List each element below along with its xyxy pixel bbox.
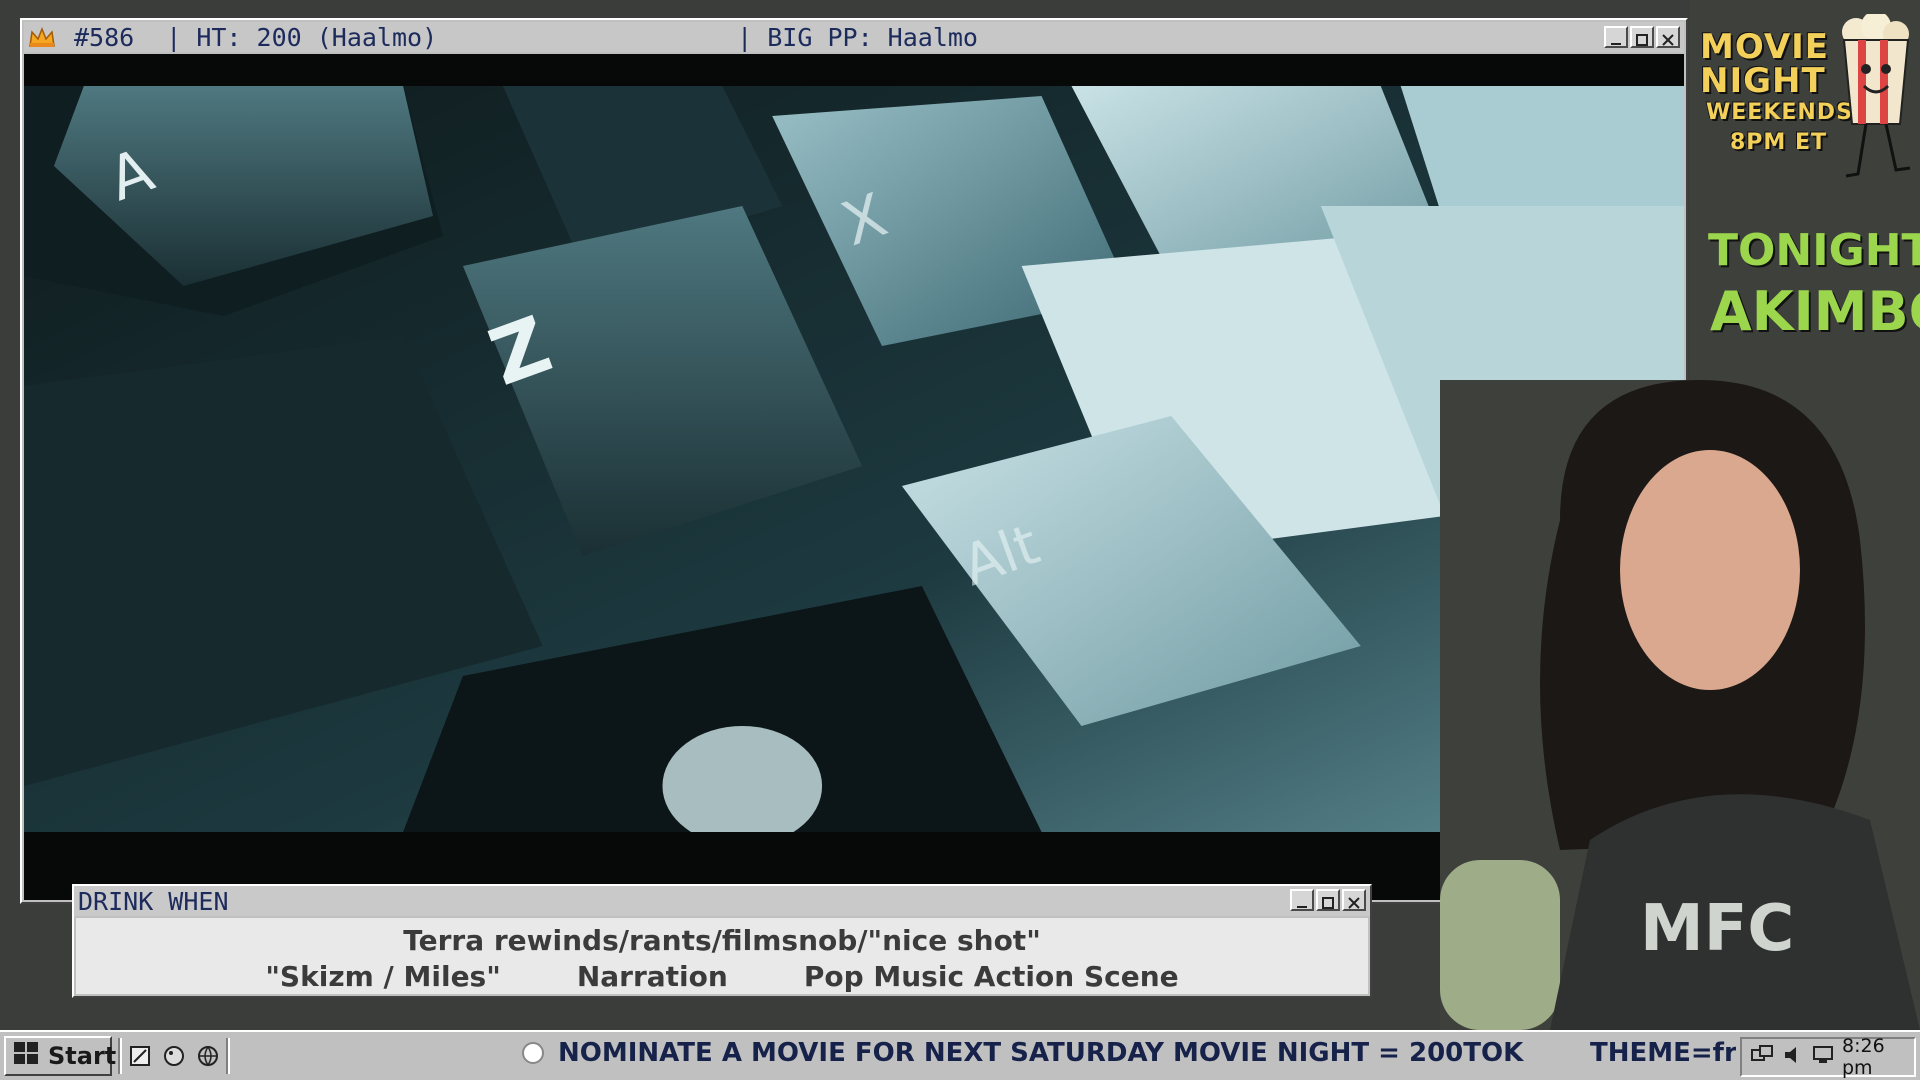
tonight-movie-title: AKIMBO xyxy=(1710,280,1920,343)
title-number: #586 xyxy=(74,22,135,52)
notepad-icon[interactable] xyxy=(128,1044,152,1068)
paint-icon[interactable] xyxy=(162,1044,186,1068)
webcam-feed: MFC xyxy=(1440,380,1920,1030)
title-high-tip: | HT: 200 (Haalmo) xyxy=(166,22,438,52)
popcorn-mascot-icon xyxy=(1836,11,1916,188)
close-icon xyxy=(1662,23,1674,52)
browser-icon[interactable] xyxy=(196,1044,220,1068)
drink-rule-item: "Skizm / Miles" xyxy=(265,960,501,993)
drink-rule-item: Narration xyxy=(576,960,728,993)
monitor-icon[interactable] xyxy=(1812,1044,1834,1070)
video-player[interactable]: A Z X Alt xyxy=(24,54,1684,900)
taskbar-divider xyxy=(226,1038,230,1074)
minimize-icon xyxy=(1610,23,1622,52)
drink-maximize-button[interactable] xyxy=(1316,889,1340,911)
drink-rule-item: Pop Music Action Scene xyxy=(803,960,1179,993)
maximize-button[interactable] xyxy=(1630,26,1654,48)
video-window-titlebar[interactable]: #586 | HT: 200 (Haalmo) | BIG PP: Haalmo xyxy=(24,22,1684,52)
close-icon xyxy=(1348,886,1360,915)
taskbar: Start NOMINATE A MOVIE FOR NEXT SATURDAY… xyxy=(0,1030,1920,1080)
maximize-icon xyxy=(1636,23,1648,52)
drink-rule-line: Terra rewinds/rants/filmsnob/"nice shot" xyxy=(403,924,1041,957)
nominate-ticker: NOMINATE A MOVIE FOR NEXT SATURDAY MOVIE… xyxy=(522,1038,1523,1068)
maximize-icon xyxy=(1322,886,1334,915)
ticker-text: NOMINATE A MOVIE FOR NEXT SATURDAY MOVIE… xyxy=(558,1038,1524,1068)
start-label: Start xyxy=(48,1042,117,1070)
video-frame-keyboard: A Z X Alt xyxy=(24,86,1684,832)
drink-when-rules: Terra rewinds/rants/filmsnob/"nice shot"… xyxy=(76,918,1368,994)
svg-text:MFC: MFC xyxy=(1640,892,1794,966)
drink-when-title: DRINK WHEN xyxy=(78,886,229,916)
network-icon[interactable] xyxy=(1750,1044,1774,1070)
tonight-label: TONIGHT: xyxy=(1708,225,1920,276)
clock: 8:26 pm xyxy=(1842,1035,1885,1079)
minimize-icon xyxy=(1296,886,1308,915)
start-button[interactable]: Start xyxy=(4,1036,116,1076)
close-button[interactable] xyxy=(1656,26,1680,48)
video-window: #586 | HT: 200 (Haalmo) | BIG PP: Haalmo xyxy=(20,18,1688,904)
drink-close-button[interactable] xyxy=(1342,889,1366,911)
theme-text: THEME=fre xyxy=(1590,1038,1736,1068)
drink-minimize-button[interactable] xyxy=(1290,889,1314,911)
ticker-bullet-icon xyxy=(522,1042,544,1064)
drink-when-window: DRINK WHEN Terra rewinds/rants/filmsnob/… xyxy=(72,884,1372,998)
title-big-pp: | BIG PP: Haalmo xyxy=(737,22,978,52)
drink-when-titlebar[interactable]: DRINK WHEN xyxy=(74,886,1370,916)
system-tray: 8:26 pm xyxy=(1740,1035,1916,1079)
minimize-button[interactable] xyxy=(1604,26,1628,48)
taskbar-divider xyxy=(118,1038,122,1074)
volume-icon[interactable] xyxy=(1782,1044,1804,1070)
windows-logo-icon xyxy=(12,1040,42,1072)
crown-icon xyxy=(24,26,60,48)
